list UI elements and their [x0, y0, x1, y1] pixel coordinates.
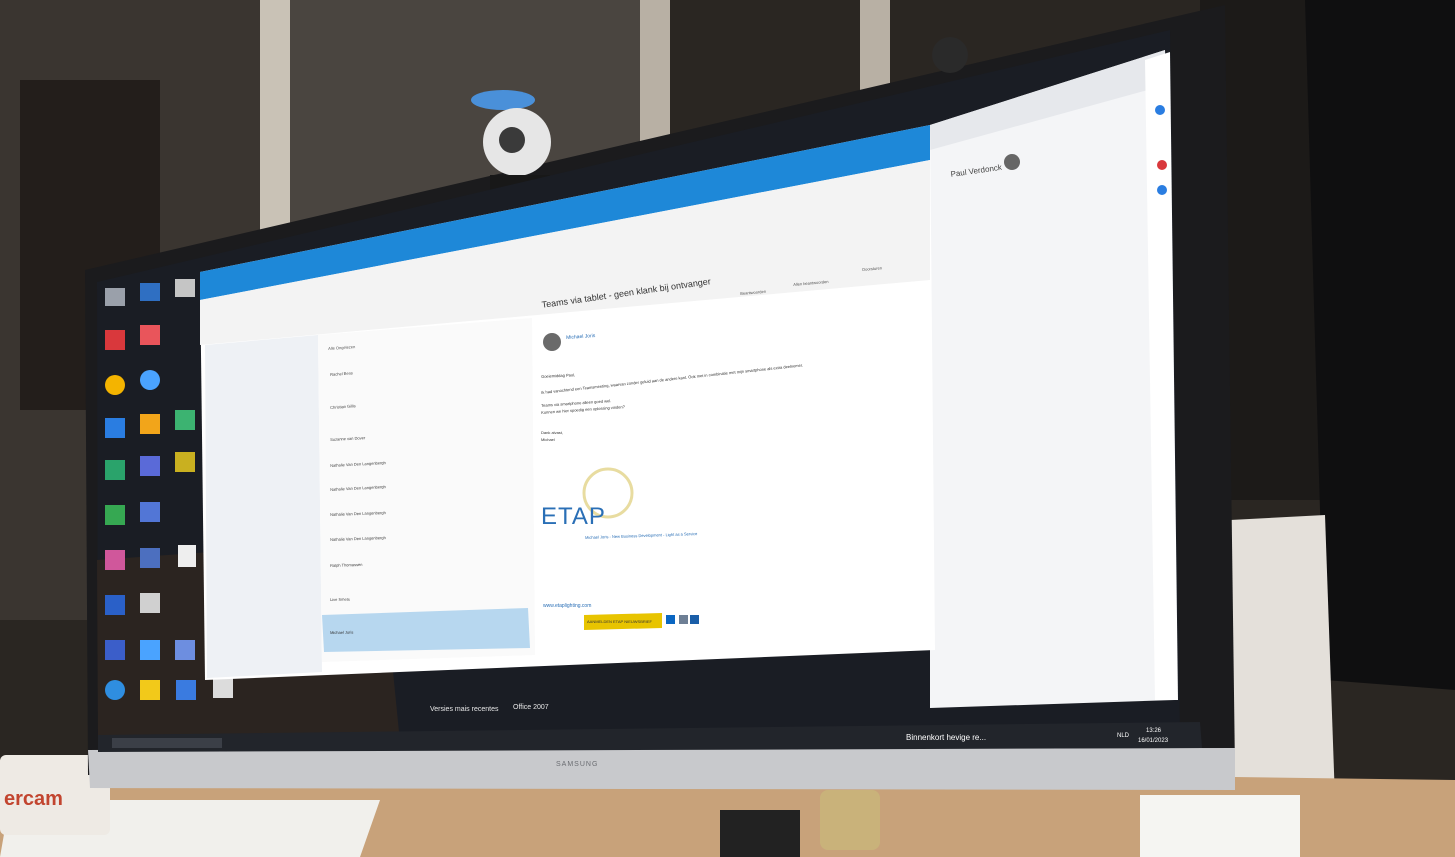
taskbar-search[interactable] — [112, 738, 222, 748]
folder-pane[interactable] — [205, 335, 322, 678]
taskbar-date[interactable]: 16/01/2023 — [1138, 738, 1168, 744]
app-icon-monitor[interactable] — [105, 640, 125, 660]
app-icon-blue-2[interactable] — [140, 548, 160, 568]
website-link[interactable]: www.etaplighting.com — [543, 603, 591, 609]
white-box — [1230, 515, 1335, 810]
zoom-icon[interactable] — [105, 418, 125, 438]
window-frame-1 — [260, 0, 290, 260]
putty-icon[interactable] — [175, 279, 195, 297]
box-label: ercam — [4, 788, 63, 810]
acrobat-icon[interactable] — [105, 330, 125, 350]
app-icon-pink[interactable] — [105, 550, 125, 570]
app-icon-grey-2[interactable] — [213, 678, 233, 698]
app-icon-2[interactable] — [140, 325, 160, 345]
teams-icon[interactable] — [140, 456, 160, 476]
email-closing: Dank alvast, — [541, 430, 564, 435]
monitor-chin — [88, 748, 1235, 790]
weather-notification[interactable]: Binnenkort hevige re... — [906, 733, 986, 742]
etap-logo: ETAP — [541, 503, 606, 530]
list-item[interactable]: Live Smets — [330, 597, 350, 602]
app-icon-d[interactable] — [175, 410, 195, 430]
app-icon-blue[interactable] — [140, 502, 160, 522]
language-indicator[interactable]: NLD — [1117, 733, 1129, 739]
taskbar-time[interactable]: 13:26 — [1146, 728, 1161, 734]
app-icon-grey[interactable] — [140, 593, 160, 613]
ceiling-light — [471, 90, 535, 110]
recycle-bin-icon[interactable] — [105, 288, 125, 306]
app-icon-star[interactable] — [105, 595, 125, 615]
app-icon-yellow[interactable] — [175, 452, 195, 472]
app-icon-monitor-3[interactable] — [175, 640, 195, 660]
photo-scene — [0, 0, 1455, 857]
desktop-folder-label-1[interactable]: Versies mais recentes — [430, 706, 498, 713]
app-icon-screen[interactable] — [176, 680, 196, 700]
chrome-icon[interactable] — [105, 375, 125, 395]
monitor-stand — [720, 810, 800, 857]
outlook-icon[interactable] — [1157, 185, 1167, 195]
monitor-brand: SAMSUNG — [556, 761, 599, 768]
office-icon[interactable] — [1157, 160, 1167, 170]
desktop-folder-label-2[interactable]: Office 2007 — [513, 704, 549, 711]
social-icon[interactable] — [679, 615, 688, 624]
avatar[interactable] — [1004, 154, 1020, 170]
app-icon-green[interactable] — [105, 505, 125, 525]
email-closing-name: Michael — [541, 437, 555, 442]
search-icon[interactable] — [1155, 105, 1165, 115]
app-icon-monitor-2[interactable] — [140, 640, 160, 660]
document-icon[interactable] — [178, 545, 196, 567]
edge-icon[interactable] — [105, 680, 125, 700]
sheet-icon[interactable] — [105, 460, 125, 480]
browser-window[interactable] — [930, 50, 1175, 708]
plush-toy — [820, 790, 880, 850]
second-webcam — [932, 37, 968, 73]
newsletter-banner-label[interactable]: AANMELDEN ETAP NIEUWSBRIEF — [587, 619, 652, 624]
remote-desktop-icon[interactable] — [140, 283, 160, 301]
linkedin-icon[interactable] — [666, 615, 675, 624]
headset-icon[interactable] — [140, 414, 160, 434]
app-icon-triangle[interactable] — [140, 680, 160, 700]
social-icon-2[interactable] — [690, 615, 699, 624]
webcam-lens — [499, 127, 525, 153]
list-item-selected[interactable]: Michael Joris — [330, 630, 353, 635]
white-device — [1140, 795, 1300, 857]
help-icon[interactable] — [140, 370, 160, 390]
sender-avatar — [543, 333, 561, 351]
